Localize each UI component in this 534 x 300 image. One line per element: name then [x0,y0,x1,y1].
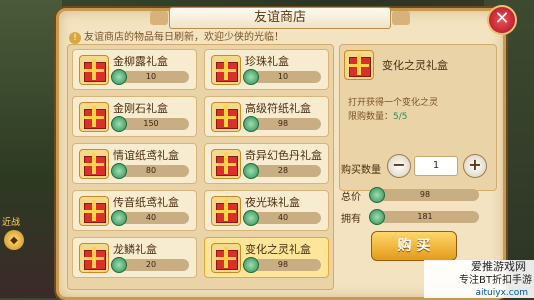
quantity-plus-button[interactable]: + [463,154,487,178]
gift-box-icon [211,196,241,226]
item-name: 情谊纸鸢礼盒 [113,149,179,162]
item-name: 传音纸鸢礼盒 [113,196,179,209]
buy-button[interactable]: 购 买 [371,231,457,261]
coin-icon [243,257,259,273]
gift-box-icon [211,243,241,273]
item-price: 28 [243,163,321,179]
item-price: 40 [243,210,321,226]
shop-item[interactable]: 高级符纸礼盒 98 [204,96,329,137]
dialog-title: 友谊商店 [150,7,410,29]
gift-box-icon [79,102,109,132]
gift-box-icon [211,102,241,132]
coin-icon [111,257,127,273]
shop-item[interactable]: 金刚石礼盒 150 [72,96,197,137]
item-name: 夜光珠礼盒 [245,196,300,209]
item-price: 10 [111,69,189,85]
shop-item[interactable]: 传音纸鸢礼盒 40 [72,190,197,231]
item-name: 变化之灵礼盒 [245,243,311,256]
side-label: 近战 [2,218,21,228]
shop-item[interactable]: 奇异幻色丹礼盒 28 [204,143,329,184]
quantity-label: 购买数量 [341,165,381,176]
coin-icon [243,210,259,226]
shop-item[interactable]: 珍珠礼盒 10 [204,49,329,90]
shop-dialog: 友谊商店 ✕ ! 友谊商店的物品每日刷新，欢迎少侠的光临！ 金柳露礼盒 10 珍珠… [56,5,517,300]
shop-item[interactable]: 夜光珠礼盒 40 [204,190,329,231]
item-name: 龙鳞礼盒 [113,243,157,256]
item-name: 珍珠礼盒 [245,55,289,68]
game-background-left [0,0,62,298]
notice-icon: ! [69,32,81,44]
item-name: 金刚石礼盒 [113,102,168,115]
coin-icon [369,187,385,203]
owned-value: 181 [369,209,479,225]
skill-icon[interactable]: ◆ [4,230,24,250]
close-button[interactable]: ✕ [487,5,517,35]
detail-description: 打开获得一个变化之灵 [348,98,439,108]
watermark-line3: aituiyx.com [475,288,528,298]
gift-box-icon [79,196,109,226]
item-price: 98 [243,116,321,132]
detail-item-name: 变化之灵礼盒 [382,59,448,72]
coin-icon [111,210,127,226]
coin-icon [369,209,385,225]
coin-icon [111,116,127,132]
coin-icon [111,163,127,179]
gift-box-icon [211,55,241,85]
item-price: 98 [243,257,321,273]
coin-icon [243,163,259,179]
total-price-label: 总价 [341,192,361,203]
shop-item-selected[interactable]: 变化之灵礼盒 98 [204,237,329,278]
gift-box-icon [79,149,109,179]
detail-limit: 限购数量：5/5 [348,109,408,122]
item-price: 80 [111,163,189,179]
total-price-value: 98 [369,187,479,203]
shop-notice: ! 友谊商店的物品每日刷新，欢迎少侠的光临！ [69,28,284,44]
quantity-minus-button[interactable]: − [387,154,411,178]
coin-icon [243,69,259,85]
item-price: 10 [243,69,321,85]
item-price: 20 [111,257,189,273]
limit-label: 限购数量： [348,112,394,122]
item-name: 金柳露礼盒 [113,55,168,68]
notice-text: 友谊商店的物品每日刷新，欢迎少侠的光临！ [84,32,284,43]
gift-box-icon [79,243,109,273]
item-price: 40 [111,210,189,226]
watermark-line2: 专注BT折扣手游 [459,275,532,286]
coin-icon [243,116,259,132]
shop-item[interactable]: 情谊纸鸢礼盒 80 [72,143,197,184]
item-grid: 金柳露礼盒 10 珍珠礼盒 10 金刚石礼盒 150 高级符纸礼盒 98 情谊纸… [67,44,334,290]
coin-icon [111,69,127,85]
shop-item[interactable]: 金柳露礼盒 10 [72,49,197,90]
item-price: 150 [111,116,189,132]
gift-box-icon [79,55,109,85]
item-name: 奇异幻色丹礼盒 [245,149,322,162]
shop-item[interactable]: 龙鳞礼盒 20 [72,237,197,278]
owned-label: 拥有 [341,214,361,225]
quantity-input[interactable]: 1 [414,156,458,176]
gift-box-icon [344,50,374,80]
gift-box-icon [211,149,241,179]
item-name: 高级符纸礼盒 [245,102,311,115]
limit-value: 5/5 [393,112,408,122]
